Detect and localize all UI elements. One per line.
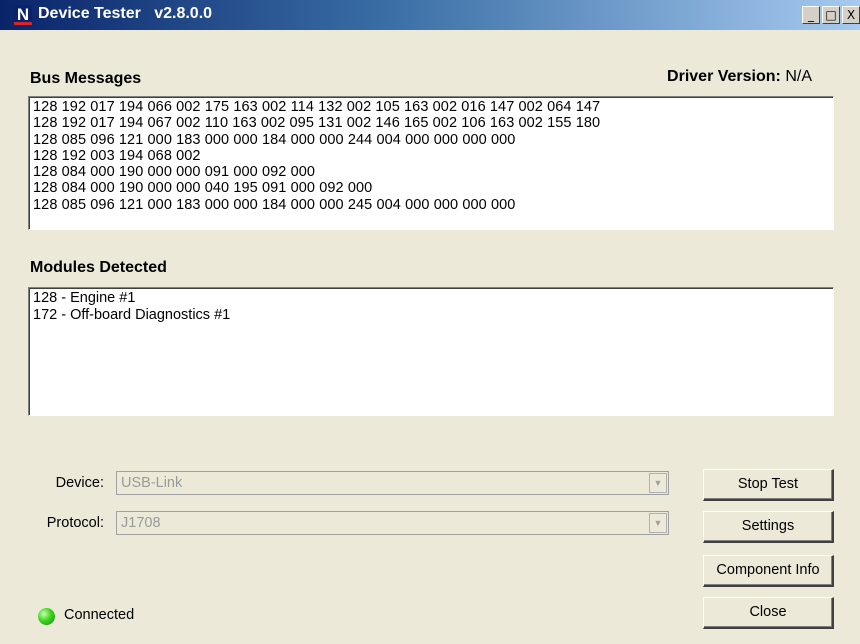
chevron-down-icon[interactable]: ▼ bbox=[649, 513, 667, 533]
close-window-button[interactable]: X bbox=[842, 6, 860, 24]
stop-test-button[interactable]: Stop Test bbox=[703, 469, 834, 501]
app-logo-accent bbox=[14, 22, 32, 25]
device-select-value: USB-Link bbox=[121, 475, 183, 491]
connection-status: Connected bbox=[64, 607, 135, 623]
list-item: 128 084 000 190 000 000 040 195 091 000 … bbox=[33, 180, 373, 197]
window-title: Device Tester v2.8.0.0 bbox=[38, 5, 213, 22]
bus-messages-label: Bus Messages bbox=[30, 70, 142, 87]
list-item: 128 192 003 194 068 002 bbox=[33, 147, 201, 164]
modules-list[interactable]: 128 - Engine #1 172 - Off-board Diagnost… bbox=[28, 287, 834, 416]
driver-version-label: Driver Version: bbox=[667, 68, 781, 85]
list-item: 128 085 096 121 000 183 000 000 184 000 … bbox=[33, 131, 516, 148]
protocol-select-value: J1708 bbox=[121, 515, 161, 531]
window-controls: _ □ X bbox=[802, 6, 860, 26]
driver-version: Driver Version: N/A bbox=[667, 68, 812, 86]
close-button[interactable]: Close bbox=[703, 597, 834, 629]
minimize-button[interactable]: _ bbox=[802, 6, 820, 24]
bus-messages-list[interactable]: 128 192 017 194 066 002 175 163 002 114 … bbox=[28, 96, 834, 230]
device-select[interactable]: USB-Link ▼ bbox=[116, 471, 669, 495]
protocol-select[interactable]: J1708 ▼ bbox=[116, 511, 669, 535]
settings-button[interactable]: Settings bbox=[703, 511, 834, 543]
list-item: 128 084 000 190 000 000 091 000 092 000 bbox=[33, 164, 316, 181]
modules-detected-label: Modules Detected bbox=[30, 259, 167, 276]
list-item: 128 192 017 194 066 002 175 163 002 114 … bbox=[33, 99, 601, 115]
component-info-button[interactable]: Component Info bbox=[703, 555, 834, 587]
list-item[interactable]: 172 - Off-board Diagnostics #1 bbox=[33, 307, 829, 324]
chevron-down-icon[interactable]: ▼ bbox=[649, 473, 667, 493]
maximize-button[interactable]: □ bbox=[822, 6, 840, 24]
list-item[interactable]: 128 - Engine #1 bbox=[33, 290, 829, 307]
status-led-icon bbox=[38, 608, 55, 625]
list-item: 128 192 017 194 067 002 110 163 002 095 … bbox=[33, 115, 601, 132]
driver-version-value: N/A bbox=[785, 68, 812, 85]
device-label: Device: bbox=[55, 475, 104, 491]
protocol-label: Protocol: bbox=[46, 515, 104, 531]
list-item: 128 085 096 121 000 183 000 000 184 000 … bbox=[33, 196, 516, 213]
title-bar[interactable]: N Device Tester v2.8.0.0 _ □ X bbox=[0, 0, 860, 30]
